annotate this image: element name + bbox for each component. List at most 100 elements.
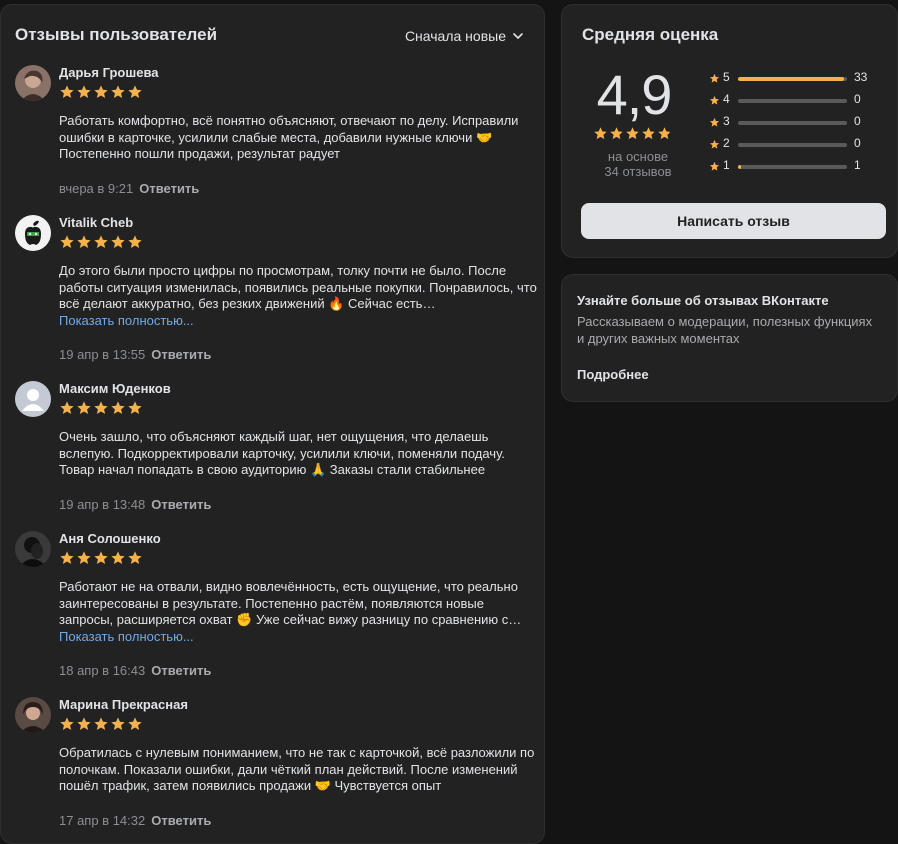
star-icon xyxy=(111,235,125,248)
star-icon xyxy=(709,117,720,127)
star-icon xyxy=(610,127,623,140)
review-stars xyxy=(59,84,143,100)
reply-button[interactable]: Ответить xyxy=(139,181,199,196)
star-icon xyxy=(111,717,125,730)
review-text: Очень зашло, что объясняют каждый шаг, н… xyxy=(59,429,539,479)
reply-button[interactable]: Ответить xyxy=(151,497,211,512)
star-icon xyxy=(128,85,142,98)
based-on: на основе 34 отзывов xyxy=(582,149,694,179)
reviewer-name[interactable]: Дарья Грошева xyxy=(59,65,159,80)
rating-distribution: 5 33 4 0 3 0 2 0 1 1 xyxy=(709,70,869,180)
rating-bar-fill xyxy=(738,165,742,169)
rating-row-4[interactable]: 40 xyxy=(709,92,869,114)
write-review-button[interactable]: Написать отзыв xyxy=(581,203,886,239)
rating-bar xyxy=(738,99,847,103)
reviewer-name[interactable]: Максим Юденков xyxy=(59,381,171,396)
learn-more-link[interactable]: Подробнее xyxy=(577,367,649,382)
reply-button[interactable]: Ответить xyxy=(151,347,211,362)
review-meta: 17 апр в 14:32 Ответить xyxy=(59,813,211,828)
review-meta: 19 апр в 13:55 Ответить xyxy=(59,347,211,362)
avatar[interactable] xyxy=(15,697,51,733)
star-icon xyxy=(111,551,125,564)
star-icon xyxy=(77,717,91,730)
star-icon xyxy=(111,85,125,98)
show-more-link[interactable]: Показать полностью... xyxy=(59,313,194,328)
star-icon xyxy=(658,127,671,140)
star-icon xyxy=(642,127,655,140)
star-icon xyxy=(60,235,74,248)
rating-row-2[interactable]: 20 xyxy=(709,136,869,158)
review-body: Работать комфортно, всё понятно объясняю… xyxy=(59,113,519,161)
info-panel: Узнайте больше об отзывах ВКонтакте Расс… xyxy=(561,274,898,402)
sort-dropdown[interactable]: Сначала новые xyxy=(405,28,524,44)
average-stars xyxy=(593,126,672,141)
rating-row-count: 0 xyxy=(854,114,861,128)
avatar[interactable] xyxy=(15,381,51,417)
star-icon xyxy=(111,401,125,414)
star-icon xyxy=(128,401,142,414)
review-stars xyxy=(59,716,143,732)
star-icon xyxy=(709,95,720,105)
reviewer-name[interactable]: Vitalik Cheb xyxy=(59,215,133,230)
reviews-panel: Отзывы пользователей Сначала новые Дарья… xyxy=(0,4,545,844)
rating-row-count: 1 xyxy=(854,158,861,172)
review-stars xyxy=(59,234,143,250)
star-icon xyxy=(77,401,91,414)
rating-row-1[interactable]: 11 xyxy=(709,158,869,180)
rating-bar xyxy=(738,143,847,147)
avatar[interactable] xyxy=(15,215,51,251)
star-icon xyxy=(626,127,639,140)
reviewer-name[interactable]: Марина Прекрасная xyxy=(59,697,188,712)
chevron-down-icon xyxy=(513,33,523,39)
star-icon xyxy=(94,235,108,248)
review-text: Работать комфортно, всё понятно объясняю… xyxy=(59,113,539,163)
reviewer-name[interactable]: Аня Солошенко xyxy=(59,531,161,546)
review-body: До этого были просто цифры по просмотрам… xyxy=(59,263,537,311)
avatar[interactable] xyxy=(15,65,51,101)
avatar[interactable] xyxy=(15,531,51,567)
review-meta: 18 апр в 16:43 Ответить xyxy=(59,663,211,678)
review-date: вчера в 9:21 xyxy=(59,181,134,196)
star-icon xyxy=(94,551,108,564)
review-text: Работают не на отвали, видно вовлечённос… xyxy=(59,579,539,645)
review-text: Обратилась с нулевым пониманием, что не … xyxy=(59,745,539,795)
reply-button[interactable]: Ответить xyxy=(151,813,211,828)
rating-row-label: 5 xyxy=(723,70,730,84)
star-icon xyxy=(709,139,720,149)
info-title: Узнайте больше об отзывах ВКонтакте xyxy=(577,293,829,308)
star-icon xyxy=(94,85,108,98)
star-icon xyxy=(94,401,108,414)
rating-row-label: 3 xyxy=(723,114,730,128)
rating-bar xyxy=(738,121,847,125)
rating-row-count: 0 xyxy=(854,136,861,150)
review-date: 17 апр в 14:32 xyxy=(59,813,146,828)
show-more-link[interactable]: Показать полностью... xyxy=(59,629,194,644)
based-on-line1: на основе xyxy=(607,149,669,164)
rating-row-5[interactable]: 5 33 xyxy=(709,70,869,92)
star-icon xyxy=(709,161,720,171)
rating-bar-fill xyxy=(738,77,844,81)
star-icon xyxy=(594,127,607,140)
star-icon xyxy=(60,551,74,564)
rating-row-3[interactable]: 30 xyxy=(709,114,869,136)
review-text: До этого были просто цифры по просмотрам… xyxy=(59,263,539,329)
star-icon xyxy=(60,401,74,414)
star-icon xyxy=(128,235,142,248)
rating-row-count: 0 xyxy=(854,92,861,106)
star-icon xyxy=(77,85,91,98)
reviews-title: Отзывы пользователей xyxy=(15,25,218,44)
star-icon xyxy=(709,73,720,83)
review-stars xyxy=(59,550,143,566)
reply-button[interactable]: Ответить xyxy=(151,663,211,678)
rating-row-label: 4 xyxy=(723,92,730,106)
star-icon xyxy=(77,551,91,564)
review-meta: 19 апр в 13:48 Ответить xyxy=(59,497,211,512)
star-icon xyxy=(60,85,74,98)
rating-bar xyxy=(738,165,847,169)
review-body: Обратилась с нулевым пониманием, что не … xyxy=(59,745,535,793)
rating-panel: Средняя оценка 4,9 на основе 34 отзывов … xyxy=(561,4,898,258)
review-date: 18 апр в 16:43 xyxy=(59,663,146,678)
review-meta: вчера в 9:21 Ответить xyxy=(59,181,199,196)
info-text: Рассказываем о модерации, полезных функц… xyxy=(577,314,873,346)
star-icon xyxy=(94,717,108,730)
